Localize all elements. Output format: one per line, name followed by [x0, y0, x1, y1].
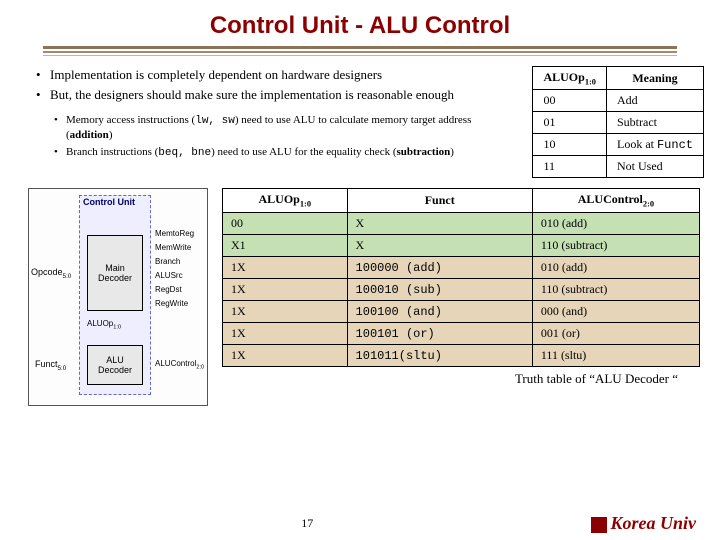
sub-bullet-item: • Memory access instructions (lw, sw) ne… — [54, 113, 520, 143]
bullet-list: •Implementation is completely dependent … — [36, 66, 520, 178]
sig-label: RegDst — [155, 285, 182, 294]
sub-bullet-text: Memory access instructions (lw, sw) need… — [66, 113, 520, 143]
slide-footer: 17 Korea Univ — [0, 513, 720, 534]
logo-icon — [591, 517, 607, 533]
table-row: 10Look at Funct — [533, 134, 704, 156]
table-row: 1X100000 (add)010 (add) — [223, 256, 700, 278]
alu-decoder-box: ALU Decoder — [87, 345, 143, 385]
table-header: ALUOp1:0 — [223, 189, 348, 212]
aluop-meaning-table: ALUOp1:0 Meaning 00Add 01Subtract 10Look… — [532, 66, 704, 178]
aluctrl-label: ALUControl2:0 — [155, 359, 204, 371]
table-row: 1X100100 (and)000 (and) — [223, 300, 700, 322]
aluop-label: ALUOp1:0 — [87, 319, 121, 331]
funct-label: Funct5:0 — [35, 359, 66, 372]
bullet-item: •But, the designers should make sure the… — [36, 86, 520, 104]
top-content-row: •Implementation is completely dependent … — [0, 64, 720, 182]
sub-bullet-text: Branch instructions (beq, bne) need to u… — [66, 145, 454, 160]
truth-table-container: ALUOp1:0 Funct ALUControl2:0 00X010 (add… — [222, 188, 700, 386]
table-row: X1X110 (subtract) — [223, 234, 700, 256]
table-row: 1X101011(sltu)111 (sltu) — [223, 344, 700, 366]
table-header: Meaning — [606, 67, 703, 90]
table-row: 01Subtract — [533, 112, 704, 134]
opcode-label: Opcode5:0 — [31, 267, 71, 280]
table-header: ALUControl2:0 — [532, 189, 699, 212]
table-row: 1X100101 (or)001 (or) — [223, 322, 700, 344]
control-unit-diagram: Control Unit Main Decoder ALU Decoder Op… — [28, 188, 208, 406]
table-row: 1X100010 (sub)110 (subtract) — [223, 278, 700, 300]
sig-label: ALUSrc — [155, 271, 183, 280]
page-number: 17 — [301, 516, 313, 531]
sub-bullet-list: • Memory access instructions (lw, sw) ne… — [54, 113, 520, 160]
sub-bullet-item: • Branch instructions (beq, bne) need to… — [54, 145, 520, 160]
table-caption: Truth table of “ALU Decoder “ — [222, 371, 700, 387]
sig-label: MemWrite — [155, 243, 191, 252]
mid-content-row: Control Unit Main Decoder ALU Decoder Op… — [0, 182, 720, 406]
alu-decoder-truth-table: ALUOp1:0 Funct ALUControl2:0 00X010 (add… — [222, 188, 700, 366]
bullet-text: But, the designers should make sure the … — [50, 86, 454, 104]
cu-label: Control Unit — [83, 197, 143, 207]
sig-label: Branch — [155, 257, 180, 266]
main-decoder-box: Main Decoder — [87, 235, 143, 311]
title-underline — [43, 46, 677, 56]
sig-label: MemtoReg — [155, 229, 194, 238]
sig-label: RegWrite — [155, 299, 188, 308]
table-header: Funct — [347, 189, 532, 212]
table-row: 11Not Used — [533, 156, 704, 178]
university-logo: Korea Univ — [591, 513, 697, 534]
bullet-item: •Implementation is completely dependent … — [36, 66, 520, 84]
table-row: 00Add — [533, 90, 704, 112]
table-header: ALUOp1:0 — [533, 67, 607, 90]
table-row: 00X010 (add) — [223, 212, 700, 234]
bullet-text: Implementation is completely dependent o… — [50, 66, 382, 84]
slide-title: Control Unit - ALU Control — [0, 0, 720, 46]
